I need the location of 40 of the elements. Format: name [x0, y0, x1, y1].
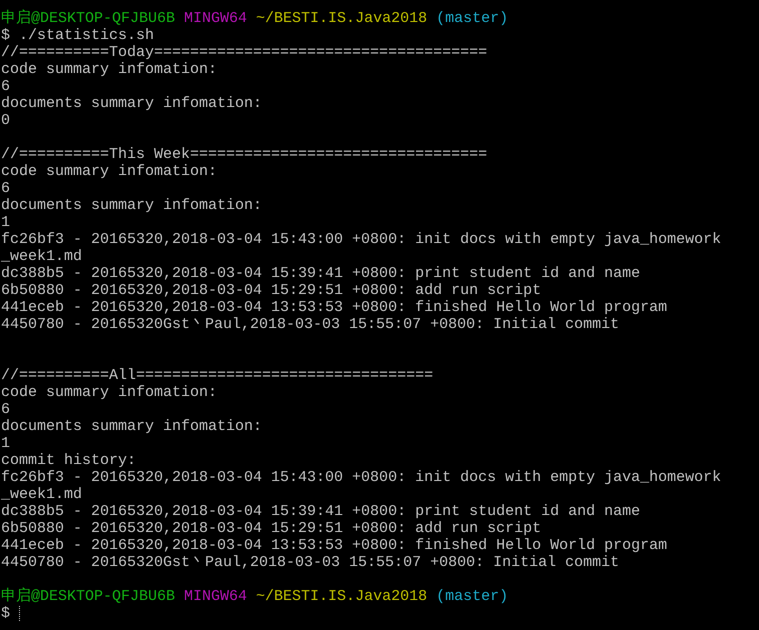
output-line: 6	[1, 180, 10, 197]
output-line: code summary infomation:	[1, 61, 218, 78]
output-line: 1	[1, 435, 10, 452]
output-line: 6	[1, 78, 10, 95]
command-text: ./statistics.sh	[19, 27, 154, 44]
output-line: code summary infomation:	[1, 163, 218, 180]
output-line: documents summary infomation:	[1, 95, 262, 112]
prompt-symbol: $	[1, 605, 10, 622]
output-line: documents summary infomation:	[1, 197, 262, 214]
output-line: 1	[1, 214, 10, 231]
user-host: 申启@DESKTOP-QFJBU6B	[1, 588, 176, 605]
output-line: dc388b5 - 20165320,2018-03-04 15:39:41 +0800: print student id and name	[1, 265, 640, 282]
system-name: MINGW64	[184, 588, 248, 605]
output-line: 6b50880 - 20165320,2018-03-04 15:29:51 +0800: add run script	[1, 282, 542, 299]
git-branch: (master)	[436, 10, 508, 27]
output-line: _week1.md	[1, 248, 82, 265]
text-cursor	[19, 606, 22, 621]
git-branch: (master)	[436, 588, 508, 605]
working-directory: ~/BESTI.IS.Java2018	[256, 588, 428, 605]
output-line: 441eceb - 20165320,2018-03-04 13:53:53 +0800: finished Hello World program	[1, 299, 668, 316]
output-line: //==========Today=====================================	[1, 44, 488, 61]
output-line: _week1.md	[1, 486, 82, 503]
output-line: 4450780 - 20165320Gst丶Paul,2018-03-03 15:55:07 +0800: Initial commit	[1, 554, 620, 571]
user-host: 申启@DESKTOP-QFJBU6B	[1, 10, 176, 27]
system-name: MINGW64	[184, 10, 248, 27]
output-line: documents summary infomation:	[1, 418, 262, 435]
output-line: 4450780 - 20165320Gst丶Paul,2018-03-03 15:55:07 +0800: Initial commit	[1, 316, 620, 333]
output-line: dc388b5 - 20165320,2018-03-04 15:39:41 +0800: print student id and name	[1, 503, 640, 520]
output-line: //==========All=================================	[1, 367, 434, 384]
prompt-symbol: $	[1, 27, 10, 44]
output-line: 6	[1, 401, 10, 418]
output-line: //==========This Week=================================	[1, 146, 488, 163]
output-line: fc26bf3 - 20165320,2018-03-04 15:43:00 +0800: init docs with empty java_homework	[1, 231, 722, 248]
output-line: code summary infomation:	[1, 384, 218, 401]
output-line: 6b50880 - 20165320,2018-03-04 15:29:51 +0800: add run script	[1, 520, 542, 537]
working-directory: ~/BESTI.IS.Java2018	[256, 10, 428, 27]
output-line: fc26bf3 - 20165320,2018-03-04 15:43:00 +0800: init docs with empty java_homework	[1, 469, 722, 486]
output-line: 0	[1, 112, 10, 129]
output-line: commit history:	[1, 452, 136, 469]
output-line: 441eceb - 20165320,2018-03-04 13:53:53 +0800: finished Hello World program	[1, 537, 668, 554]
